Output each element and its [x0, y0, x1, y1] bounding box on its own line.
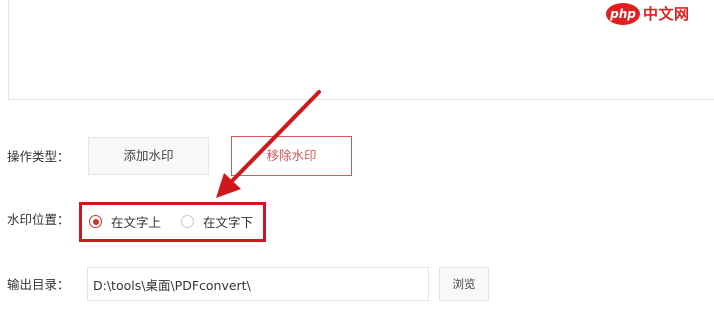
- site-name-text: 中文网: [643, 5, 690, 23]
- operation-type-label: 操作类型：: [7, 149, 70, 164]
- site-watermark-logo: php 中文网: [606, 3, 710, 27]
- browse-button[interactable]: 浏览: [439, 267, 489, 301]
- highlight-box: [79, 202, 266, 242]
- php-logo-icon: php: [606, 3, 640, 25]
- output-path-input[interactable]: [87, 267, 429, 301]
- add-watermark-button[interactable]: 添加水印: [88, 137, 209, 175]
- output-directory-label: 输出目录：: [7, 277, 70, 292]
- remove-watermark-button[interactable]: 移除水印: [231, 136, 352, 176]
- watermark-position-label: 水印位置：: [7, 212, 70, 227]
